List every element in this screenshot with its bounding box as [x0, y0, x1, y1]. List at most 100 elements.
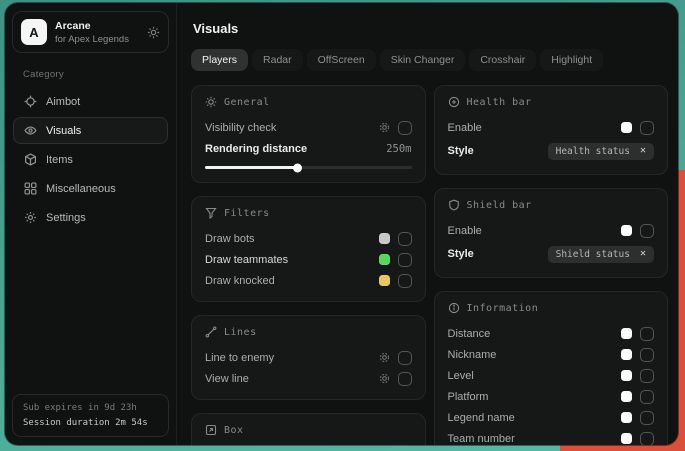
color-swatch[interactable] [621, 412, 632, 423]
setting-row-shield-enable: Enable [448, 220, 655, 241]
card-lines: Lines Line to enemy Vie [191, 315, 426, 400]
line-icon [205, 326, 217, 338]
card-title-text: Health bar [467, 97, 532, 108]
nickname-checkbox[interactable] [640, 348, 654, 362]
sub-expiry-text: Sub expires in 9d 23h [23, 403, 158, 413]
tab-skin-changer[interactable]: Skin Changer [380, 49, 466, 71]
sidebar-item-label: Miscellaneous [46, 183, 116, 195]
setting-label: Draw knocked [205, 275, 275, 287]
subscription-info-card: Sub expires in 9d 23h Session duration 2… [12, 394, 169, 437]
health-style-chip[interactable]: Health status ✕ [548, 143, 654, 160]
sidebar-item-aimbot[interactable]: Aimbot [13, 88, 168, 115]
card-title-text: Lines [224, 327, 257, 338]
health-icon [448, 96, 460, 108]
category-label: Category [23, 69, 169, 80]
right-column: Health bar Enable Style Health status [434, 85, 669, 445]
color-swatch[interactable] [379, 275, 390, 286]
setting-label: Draw teammates [205, 254, 288, 266]
setting-label: Team number [448, 433, 515, 445]
legend-name-checkbox[interactable] [640, 411, 654, 425]
color-swatch[interactable] [379, 254, 390, 265]
crosshair-icon [24, 95, 37, 108]
tab-radar[interactable]: Radar [252, 49, 303, 71]
shield-icon [448, 199, 460, 211]
visibility-check-checkbox[interactable] [398, 121, 412, 135]
team-number-checkbox[interactable] [640, 432, 654, 446]
sidebar-item-label: Aimbot [46, 96, 80, 108]
color-swatch[interactable] [621, 328, 632, 339]
color-swatch[interactable] [379, 233, 390, 244]
color-swatch[interactable] [621, 370, 632, 381]
app-brand-card: A Arcane for Apex Legends [12, 11, 169, 53]
setting-label: Platform [448, 391, 489, 403]
row-settings-icon[interactable] [379, 122, 390, 133]
draw-teammates-checkbox[interactable] [398, 253, 412, 267]
info-icon [448, 302, 460, 314]
card-general: General Visibility check [191, 85, 426, 183]
tab-offscreen[interactable]: OffScreen [307, 49, 376, 71]
card-general-title: General [205, 96, 412, 108]
cube-icon [24, 153, 37, 166]
draw-knocked-checkbox[interactable] [398, 274, 412, 288]
tab-highlight[interactable]: Highlight [540, 49, 603, 71]
line-to-enemy-checkbox[interactable] [398, 351, 412, 365]
rendering-distance-value: 250m [386, 143, 411, 155]
card-title-text: Information [467, 303, 539, 314]
shield-enable-checkbox[interactable] [640, 224, 654, 238]
app-name: Arcane [55, 20, 129, 32]
sidebar-item-label: Visuals [46, 125, 81, 137]
row-settings-icon[interactable] [379, 373, 390, 384]
card-title-text: Filters [224, 208, 270, 219]
setting-label: Rendering distance [205, 143, 307, 155]
grid-icon [24, 182, 37, 195]
sidebar-item-miscellaneous[interactable]: Miscellaneous [13, 175, 168, 202]
color-swatch[interactable] [621, 122, 632, 133]
sidebar-item-label: Settings [46, 212, 86, 224]
setting-label: Level [448, 370, 474, 382]
setting-label: Style [448, 145, 474, 157]
card-title-text: Shield bar [467, 200, 532, 211]
tab-bar: Players Radar OffScreen Skin Changer Cro… [191, 49, 668, 71]
chip-remove-icon[interactable]: ✕ [640, 249, 646, 259]
setting-row-shield-style: Style Shield status ✕ [448, 241, 655, 267]
rendering-distance-slider[interactable] [205, 166, 412, 169]
shield-style-chip[interactable]: Shield status ✕ [548, 246, 654, 263]
sidebar-item-label: Items [46, 154, 73, 166]
gear-icon [24, 211, 37, 224]
health-enable-checkbox[interactable] [640, 121, 654, 135]
tab-players[interactable]: Players [191, 49, 248, 71]
view-line-checkbox[interactable] [398, 372, 412, 386]
setting-row-visibility-check: Visibility check [205, 117, 412, 138]
slider-thumb[interactable] [293, 163, 302, 172]
level-checkbox[interactable] [640, 369, 654, 383]
setting-label: Style [448, 248, 474, 260]
color-swatch[interactable] [621, 225, 632, 236]
setting-row-rendering-distance: Rendering distance 250m [205, 138, 412, 159]
color-swatch[interactable] [621, 433, 632, 444]
session-duration-text: Session duration 2m 54s [23, 418, 158, 428]
setting-label: Enable [448, 225, 482, 237]
sidebar-item-visuals[interactable]: Visuals [13, 117, 168, 144]
sidebar-item-items[interactable]: Items [13, 146, 168, 173]
sidebar-item-settings[interactable]: Settings [13, 204, 168, 231]
setting-row-level: Level [448, 365, 655, 386]
card-shield-bar-title: Shield bar [448, 199, 655, 211]
platform-checkbox[interactable] [640, 390, 654, 404]
row-settings-icon[interactable] [379, 352, 390, 363]
brand-settings-icon[interactable] [147, 26, 160, 39]
distance-checkbox[interactable] [640, 327, 654, 341]
sun-icon [205, 96, 217, 108]
setting-row-draw-knocked: Draw knocked [205, 270, 412, 291]
color-swatch[interactable] [621, 349, 632, 360]
app-logo: A [21, 19, 47, 45]
card-filters: Filters Draw bots Draw teammates [191, 196, 426, 302]
draw-bots-checkbox[interactable] [398, 232, 412, 246]
setting-label: Enable [448, 122, 482, 134]
app-brand-text: Arcane for Apex Legends [55, 20, 129, 45]
card-information-title: Information [448, 302, 655, 314]
chip-remove-icon[interactable]: ✕ [640, 146, 646, 156]
tab-crosshair[interactable]: Crosshair [469, 49, 536, 71]
color-swatch[interactable] [621, 391, 632, 402]
slider-fill [205, 166, 298, 169]
app-window: A Arcane for Apex Legends Category Aimbo… [5, 3, 678, 445]
